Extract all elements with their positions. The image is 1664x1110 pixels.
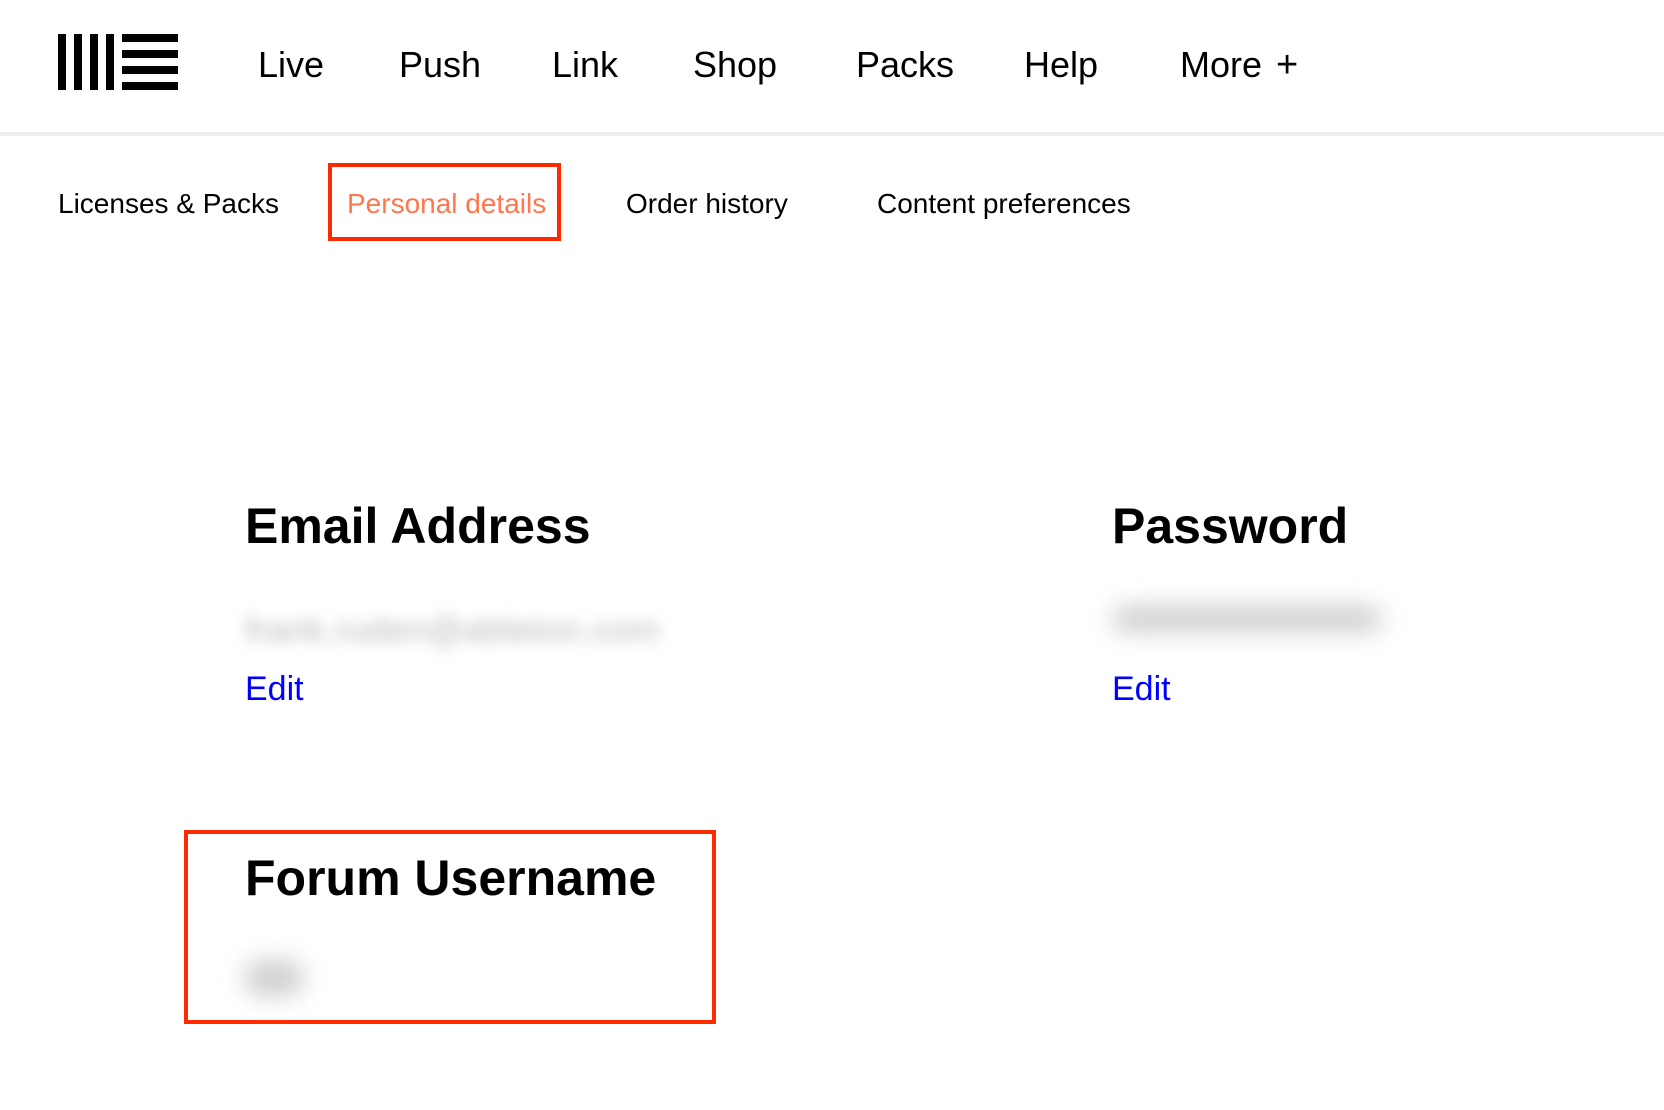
highlight-box-forum-username [184,830,716,1024]
logo-line [122,82,178,90]
logo-bar [106,34,114,90]
nav-packs[interactable]: Packs [856,40,954,90]
nav-link[interactable]: Link [552,40,618,90]
logo-bar [58,34,66,90]
nav-help[interactable]: Help [1024,40,1098,90]
nav-more[interactable]: More + [1180,40,1298,90]
logo-line [122,50,178,58]
ableton-logo[interactable] [58,34,178,90]
logo-bar [74,34,82,90]
email-value-redacted: frank.ruden@ableton.com [245,609,660,650]
nav-more-label: More [1180,44,1263,85]
nav-live[interactable]: Live [258,40,324,90]
header-divider [0,132,1664,136]
password-title: Password [1112,498,1349,554]
tab-order-history[interactable]: Order history [626,184,788,224]
edit-email-link[interactable]: Edit [245,668,304,710]
nav-push[interactable]: Push [399,40,481,90]
nav-shop[interactable]: Shop [693,40,777,90]
logo-bar [90,34,98,90]
edit-password-link[interactable]: Edit [1112,668,1171,710]
plus-icon: + [1276,44,1299,86]
email-title: Email Address [245,498,591,554]
tab-content-preferences[interactable]: Content preferences [877,184,1131,224]
password-value-redacted [1112,606,1382,632]
logo-line [122,66,178,74]
highlight-box-personal-details [328,163,561,241]
logo-line [122,34,178,42]
tab-licenses-packs[interactable]: Licenses & Packs [58,184,279,224]
site-header: Live Push Link Shop Packs Help More + [0,0,1664,132]
